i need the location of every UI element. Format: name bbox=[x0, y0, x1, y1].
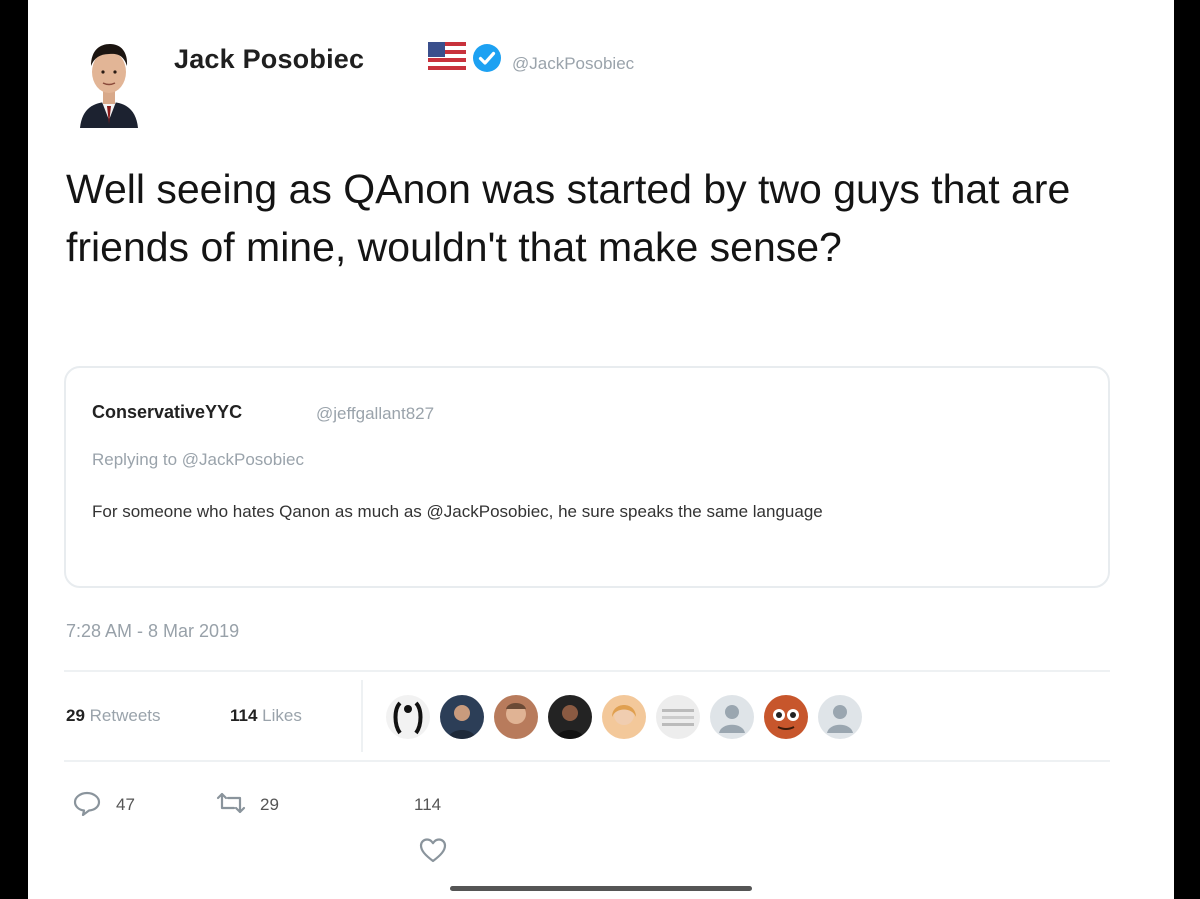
liker-avatar[interactable] bbox=[494, 695, 538, 739]
quoted-tweet-text: For someone who hates Qanon as much as @… bbox=[92, 502, 823, 521]
avatar[interactable] bbox=[74, 36, 144, 128]
replying-to-handle[interactable]: @JackPosobiec bbox=[182, 450, 304, 469]
tweet-card[interactable]: Jack Posobiec @JackPosobiec Well seeing … bbox=[28, 0, 1174, 899]
liker-avatar[interactable] bbox=[386, 695, 430, 739]
likes-count: 114 bbox=[230, 706, 258, 725]
likes-stat[interactable]: 114 Likes bbox=[230, 706, 302, 726]
retweet-icon[interactable] bbox=[214, 790, 248, 821]
reply-icon[interactable] bbox=[72, 790, 102, 821]
replying-to-label: Replying to bbox=[92, 450, 178, 469]
quoted-author-name[interactable]: ConservativeYYC bbox=[92, 402, 242, 423]
liker-avatar[interactable] bbox=[656, 695, 700, 739]
verified-badge-icon bbox=[472, 43, 502, 73]
quoted-author-handle[interactable]: @jeffgallant827 bbox=[316, 404, 434, 424]
liker-avatar[interactable] bbox=[440, 695, 484, 739]
quoted-tweet[interactable]: ConservativeYYC @jeffgallant827 Replying… bbox=[64, 366, 1110, 588]
retweet-count[interactable]: 29 bbox=[260, 795, 279, 815]
liker-avatar[interactable] bbox=[548, 695, 592, 739]
reply-count[interactable]: 47 bbox=[116, 795, 135, 815]
author-name[interactable]: Jack Posobiec bbox=[174, 44, 364, 75]
us-flag-icon bbox=[428, 42, 466, 70]
default-avatar-icon[interactable] bbox=[818, 695, 862, 739]
author-handle[interactable]: @JackPosobiec bbox=[512, 54, 634, 74]
liker-avatar[interactable] bbox=[764, 695, 808, 739]
retweets-label: Retweets bbox=[89, 706, 161, 725]
tweet-timestamp[interactable]: 7:28 AM - 8 Mar 2019 bbox=[66, 621, 239, 642]
retweets-count: 29 bbox=[66, 706, 85, 725]
default-avatar-icon[interactable] bbox=[710, 695, 754, 739]
tweet-text: Well seeing as QAnon was started by two … bbox=[66, 166, 1071, 270]
stats-divider bbox=[361, 680, 363, 752]
home-indicator[interactable] bbox=[450, 886, 752, 891]
liker-avatar[interactable] bbox=[602, 695, 646, 739]
heart-icon[interactable] bbox=[418, 836, 448, 869]
retweets-stat[interactable]: 29 Retweets bbox=[66, 706, 161, 726]
divider bbox=[64, 670, 1110, 672]
likes-label: Likes bbox=[262, 706, 302, 725]
like-count[interactable]: 114 bbox=[414, 795, 441, 815]
divider bbox=[64, 760, 1110, 762]
replying-to-line: Replying to @JackPosobiec bbox=[92, 450, 304, 470]
phone-screen: Jack Posobiec @JackPosobiec Well seeing … bbox=[28, 0, 1174, 899]
